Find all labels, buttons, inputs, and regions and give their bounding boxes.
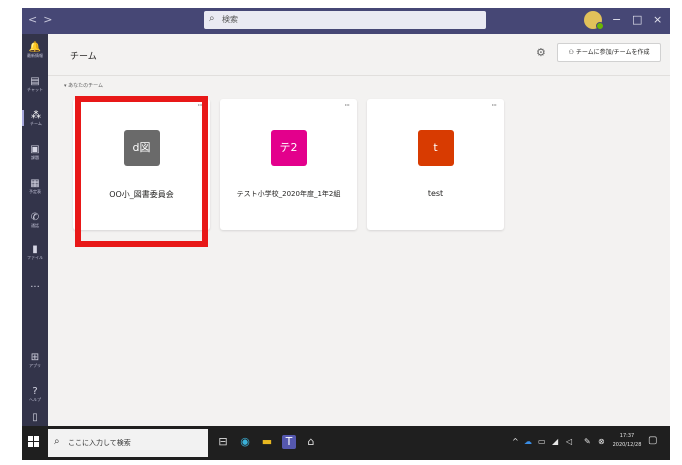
clock-date: 2020/12/28 xyxy=(612,442,642,448)
teams-icon: ⁂ xyxy=(31,110,41,121)
page-title: チーム xyxy=(70,52,97,62)
forward-arrow-icon[interactable]: > xyxy=(43,13,58,26)
team-card[interactable]: ··· t test xyxy=(367,99,504,230)
bell-icon: 🔔 xyxy=(28,42,42,53)
battery-icon[interactable]: ▭ xyxy=(538,437,546,446)
title-bar: <> ⌕ 検索 − □ × xyxy=(22,8,670,34)
search-input[interactable]: ⌕ 検索 xyxy=(204,11,486,29)
rail-item-files[interactable]: ▮ ファイル xyxy=(22,244,48,260)
rail-label: チャット xyxy=(27,87,43,92)
calendar-icon: ▦ xyxy=(30,178,40,189)
rail-label: ファイル xyxy=(27,255,43,260)
store-icon[interactable]: ⌂ xyxy=(304,435,318,449)
apps-icon: ⊞ xyxy=(30,352,40,363)
help-icon: ? xyxy=(32,386,38,397)
windows-start-icon[interactable] xyxy=(28,436,40,448)
pen-icon[interactable]: ✎ xyxy=(584,437,591,446)
rail-item-assignments[interactable]: ▣ 課題 xyxy=(22,144,48,160)
onedrive-icon[interactable]: ☁ xyxy=(524,437,532,446)
windows-taskbar: ⌕ ここに入力して検索 ⊟ ◉ ▬ T ⌂ ^ ☁ ▭ ◢ ◁ ✎ ⊗ 17:3… xyxy=(22,426,670,460)
chevron-up-icon[interactable]: ^ xyxy=(512,437,519,446)
join-or-create-team-button[interactable]: ⚇ チームに参加/チームを作成 xyxy=(557,43,661,62)
user-avatar[interactable] xyxy=(584,11,604,30)
more-options-icon[interactable]: ··· xyxy=(491,101,497,110)
rail-item-calendar[interactable]: ▦ 予定表 xyxy=(22,178,48,194)
app-rail: 🔔 最新情報 ▤ チャット ⁂ チーム ▣ 課題 ▦ 予定表 ✆ 通話 ▮ ファ… xyxy=(22,34,48,426)
chat-icon: ▤ xyxy=(30,76,40,87)
rail-label: アプリ xyxy=(29,363,41,368)
teams-app-icon[interactable]: T xyxy=(282,435,296,449)
rail-label: 最新情報 xyxy=(27,53,43,58)
rail-item-activity[interactable]: 🔔 最新情報 xyxy=(22,42,48,58)
rail-label: ヘルプ xyxy=(29,397,41,402)
volume-icon[interactable]: ◁ xyxy=(566,437,572,446)
network-icon[interactable]: ◢ xyxy=(552,437,558,446)
section-your-teams[interactable]: ▾ あなたのチーム xyxy=(64,82,103,89)
task-view-icon[interactable]: ⊟ xyxy=(216,435,230,449)
highlight-box xyxy=(75,96,208,247)
rail-label: 通話 xyxy=(31,223,39,228)
assignments-icon: ▣ xyxy=(30,144,40,155)
file-icon: ▮ xyxy=(32,244,38,255)
team-avatar: t xyxy=(417,130,454,166)
rail-label: 予定表 xyxy=(29,189,41,194)
rail-item-more[interactable]: ··· xyxy=(22,282,48,293)
search-icon: ⌕ xyxy=(54,436,60,447)
edge-browser-icon[interactable]: ◉ xyxy=(238,435,252,449)
teams-window: <> ⌕ 検索 − □ × 🔔 最新情報 ▤ チャット ⁂ チーム ▣ 課題 ▦ xyxy=(22,8,670,460)
team-name: test xyxy=(427,189,444,198)
rail-label: チーム xyxy=(30,121,42,126)
more-options-icon[interactable]: ··· xyxy=(344,101,350,110)
close-button[interactable]: × xyxy=(653,13,662,26)
rail-item-apps[interactable]: ⊞ アプリ xyxy=(22,352,48,368)
team-name: テスト小学校_2020年度_1年2組 xyxy=(236,190,341,198)
rail-item-help[interactable]: ? ヘルプ xyxy=(22,386,48,402)
rail-item-calls[interactable]: ✆ 通話 xyxy=(22,212,48,228)
team-avatar: テ2 xyxy=(270,130,307,166)
rail-item-chat[interactable]: ▤ チャット xyxy=(22,76,48,92)
people-add-icon: ⚇ xyxy=(568,49,576,56)
more-icon: ··· xyxy=(30,282,40,293)
search-placeholder: 検索 xyxy=(222,15,238,24)
team-card[interactable]: ··· テ2 テスト小学校_2020年度_1年2組 xyxy=(220,99,357,230)
rail-label: 課題 xyxy=(31,155,39,160)
search-icon: ⌕ xyxy=(209,13,215,24)
phone-icon: ✆ xyxy=(30,212,40,223)
device-icon: ▯ xyxy=(32,412,38,423)
clock-time: 17:37 xyxy=(619,433,635,439)
rail-item-device[interactable]: ▯ xyxy=(22,412,48,423)
minimize-button[interactable]: − xyxy=(612,13,621,26)
page-header: チーム ⚙ ⚇ チームに参加/チームを作成 xyxy=(48,34,670,76)
taskbar-search-placeholder: ここに入力して検索 xyxy=(68,439,131,447)
taskbar-search-input[interactable]: ⌕ ここに入力して検索 xyxy=(48,429,208,457)
back-arrow-icon[interactable]: < xyxy=(28,13,43,26)
settings-icon[interactable]: ⚙ xyxy=(536,46,546,59)
notification-icon[interactable]: ▢ xyxy=(648,435,657,446)
section-label: あなたのチーム xyxy=(68,83,103,89)
file-explorer-icon[interactable]: ▬ xyxy=(260,435,274,449)
clock[interactable]: 17:37 2020/12/28 xyxy=(612,432,642,450)
maximize-button[interactable]: □ xyxy=(632,13,642,26)
join-create-label: チームに参加/チームを作成 xyxy=(575,49,650,56)
rail-item-teams[interactable]: ⁂ チーム xyxy=(22,110,48,126)
nav-arrows: <> xyxy=(28,13,58,26)
ime-icon[interactable]: ⊗ xyxy=(598,437,605,446)
